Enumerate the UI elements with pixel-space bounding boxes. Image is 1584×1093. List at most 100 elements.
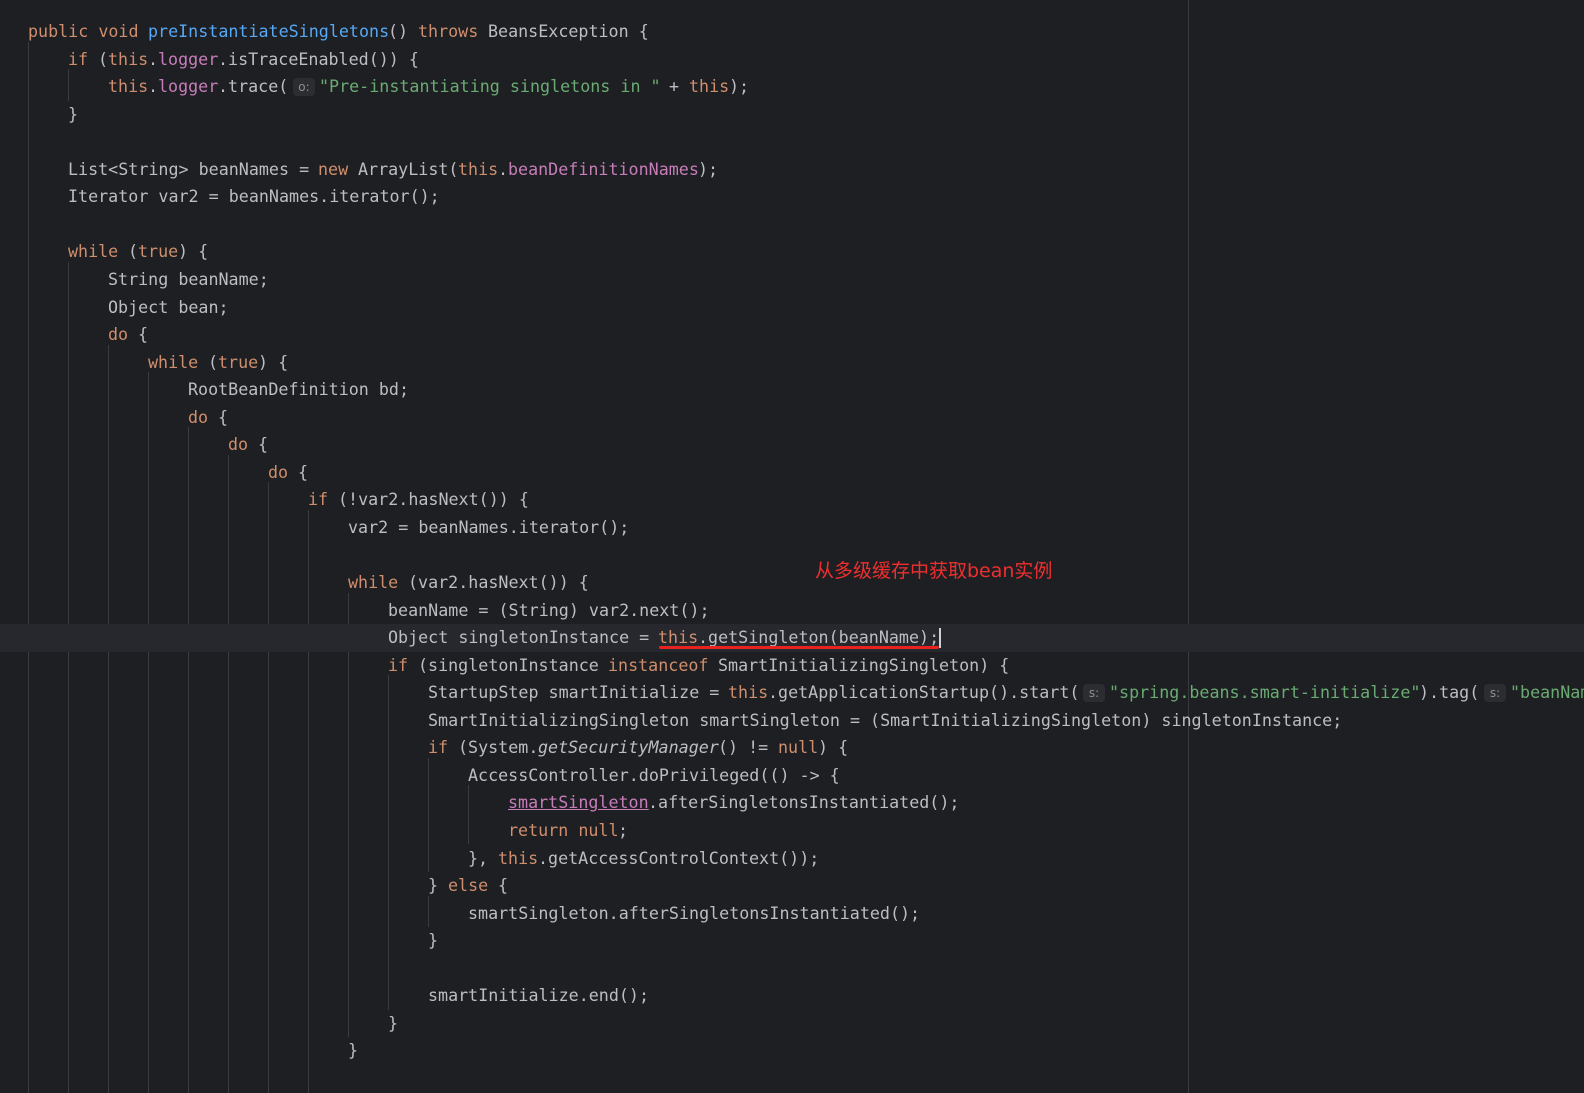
keyword-token: do — [108, 324, 139, 345]
keyword-token: public void — [28, 21, 149, 41]
code-token: (!var2.hasNext()) { — [338, 489, 529, 510]
code-token: } — [388, 1012, 399, 1033]
code-token: } — [348, 1040, 359, 1061]
code-token: . — [498, 158, 509, 179]
code-token: .trace( — [218, 76, 299, 97]
code-token: .isTraceEnabled()) { — [218, 48, 419, 69]
keyword-token: true — [218, 351, 259, 372]
code-token: { — [298, 461, 309, 482]
code-token: ( — [98, 48, 109, 69]
code-token: RootBeanDefinition bd; — [188, 379, 410, 400]
code-line[interactable]: if (singletonInstance instanceof SmartIn… — [0, 652, 1584, 680]
code-line[interactable]: this. logger .trace( o: "Pre-instantiating … — [0, 73, 1584, 101]
code-editor[interactable]: public void preInstantiateSingletons() t… — [0, 0, 1584, 1093]
code-line[interactable]: StartupStep smartInitialize = this .getAp… — [0, 679, 1584, 707]
code-line[interactable]: SmartInitializingSingleton smartSingleto… — [0, 707, 1584, 735]
field-token: beanDefinitionNames — [508, 158, 699, 179]
code-token: } — [68, 103, 79, 124]
code-line[interactable]: var2 = beanNames.iterator(); — [0, 514, 1584, 542]
code-line[interactable]: } — [0, 101, 1584, 129]
parameter-hint: o: — [293, 78, 315, 97]
code-line[interactable]: smartInitialize.end(); — [0, 982, 1584, 1010]
keyword-token: while — [148, 351, 209, 372]
code-token: beanName = (String) var2.next(); — [388, 599, 710, 620]
code-line[interactable]: return null; — [0, 817, 1584, 845]
code-line[interactable]: }, this .getAccessControlContext()); — [0, 845, 1584, 873]
code-line[interactable]: String beanName; — [0, 266, 1584, 294]
code-token: . — [148, 48, 159, 69]
code-line[interactable]: } — [0, 927, 1584, 955]
code-line[interactable] — [0, 1065, 1584, 1093]
parameter-hint: s: — [1083, 684, 1105, 703]
code-token: BeansException { — [488, 21, 649, 41]
code-line[interactable]: while (true) { — [0, 349, 1584, 377]
field-token: logger — [158, 48, 219, 69]
keyword-token: this — [108, 48, 149, 69]
code-token: Object bean; — [108, 296, 229, 317]
code-token: ) { — [818, 737, 849, 758]
code-token: .getApplicationStartup().start( — [768, 682, 1090, 703]
code-token: }, — [468, 847, 499, 868]
code-line[interactable]: do { — [0, 431, 1584, 459]
keyword-token: return null — [508, 819, 619, 840]
code-line[interactable] — [0, 541, 1584, 569]
keyword-token: if — [68, 48, 99, 69]
code-line[interactable]: do { — [0, 459, 1584, 487]
code-line[interactable]: beanName = (String) var2.next(); — [0, 597, 1584, 625]
code-token: ; — [618, 819, 629, 840]
code-line[interactable]: while (var2.hasNext()) { — [0, 569, 1584, 597]
code-token: smartInitialize.end(); — [428, 985, 650, 1006]
static-method-token: getSecurityManager — [538, 737, 719, 758]
string-literal-token: "Pre-instantiating singletons in " — [319, 76, 661, 97]
code-line[interactable]: do { — [0, 321, 1584, 349]
keyword-token: while — [348, 572, 409, 592]
code-line[interactable]: public void preInstantiateSingletons() t… — [0, 18, 1584, 46]
code-line[interactable] — [0, 211, 1584, 239]
keyword-token: if — [388, 654, 419, 675]
code-line[interactable]: Iterator var2 = beanNames.iterator(); — [0, 183, 1584, 211]
code-token: AccessController.doPrivileged(() -> { — [468, 764, 840, 785]
parameter-hint: s: — [1484, 684, 1506, 703]
captured-variable-token: smartSingleton — [508, 792, 649, 813]
code-token: List<String> beanNames = — [68, 158, 320, 179]
keyword-token: this — [689, 76, 730, 97]
code-token: ( — [128, 241, 139, 262]
code-token: ( — [208, 351, 219, 372]
code-line[interactable]: smartSingleton.afterSingletonsInstantiat… — [0, 900, 1584, 928]
keyword-token: while — [68, 241, 129, 262]
code-line[interactable]: AccessController.doPrivileged(() -> { — [0, 762, 1584, 790]
code-line[interactable] — [0, 128, 1584, 156]
code-token: SmartInitializingSingleton smartSingleto… — [428, 709, 1343, 730]
code-token: Object singletonInstance = — [388, 627, 660, 648]
keyword-token: do — [188, 406, 219, 427]
code-token: () — [388, 21, 419, 41]
code-line[interactable]: List<String> beanNames = new ArrayList(t… — [0, 156, 1584, 184]
annotation-note: 从多级缓存中获取bean实例 — [815, 560, 1053, 582]
code-token: + — [659, 76, 690, 97]
code-line[interactable]: if (this. logger .isTraceEnabled()) { — [0, 46, 1584, 74]
code-token: .getAccessControlContext()); — [538, 847, 820, 868]
code-line[interactable]: } else { — [0, 872, 1584, 900]
keyword-token: if — [428, 737, 459, 758]
code-line[interactable]: RootBeanDefinition bd; — [0, 376, 1584, 404]
code-line[interactable] — [0, 955, 1584, 983]
code-line[interactable]: while (true) { — [0, 238, 1584, 266]
code-line[interactable]: } — [0, 1010, 1584, 1038]
code-token: (singletonInstance — [418, 654, 609, 675]
annotation-underline — [659, 646, 939, 649]
keyword-token: do — [228, 434, 259, 455]
code-line[interactable]: } — [0, 1037, 1584, 1065]
code-token: ); — [729, 76, 750, 97]
string-literal-token: "beanName" — [1510, 682, 1584, 703]
code-line[interactable]: smartSingleton.afterSingletonsInstantiat… — [0, 789, 1584, 817]
keyword-token: new — [318, 158, 359, 179]
code-line[interactable]: if (!var2.hasNext()) { — [0, 486, 1584, 514]
keyword-token: this — [498, 847, 539, 868]
code-line[interactable]: Object bean; — [0, 294, 1584, 322]
code-token: { — [258, 434, 269, 455]
code-line[interactable]: if (System. getSecurityManager() != null)… — [0, 734, 1584, 762]
keyword-token: throws — [418, 21, 489, 41]
code-line[interactable]: do { — [0, 404, 1584, 432]
keyword-token: true — [138, 241, 179, 262]
code-token: } — [428, 930, 439, 951]
